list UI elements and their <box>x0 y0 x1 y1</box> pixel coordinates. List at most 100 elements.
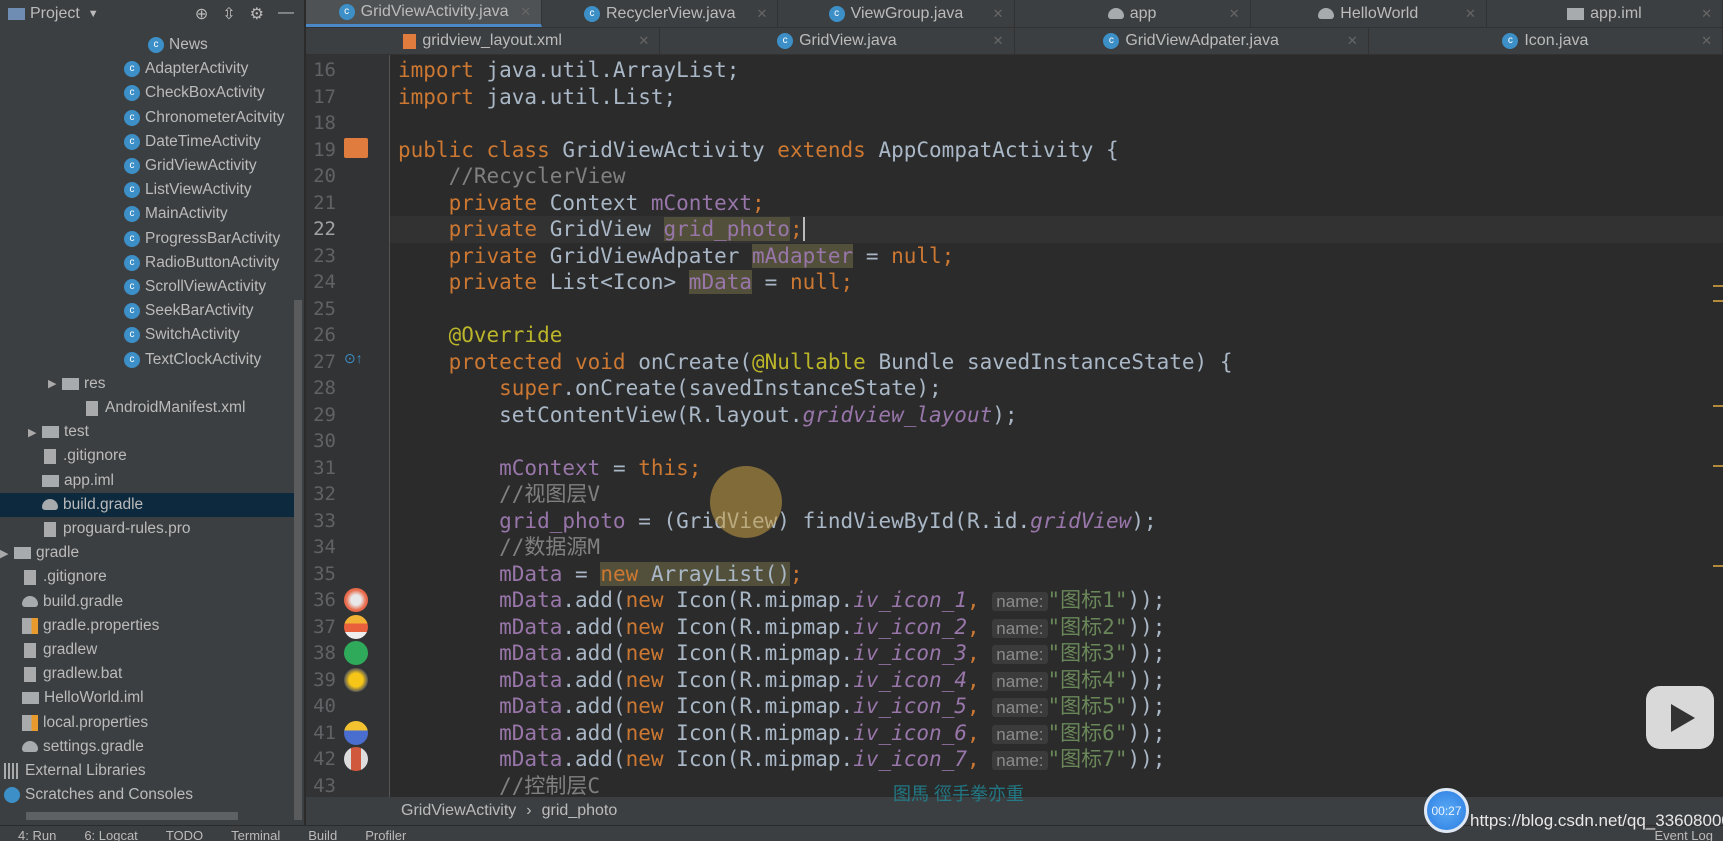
code-line[interactable]: //RecyclerView <box>390 163 1723 190</box>
tree-item[interactable]: build.gradle <box>0 590 294 614</box>
tree-item[interactable]: Scratches and Consoles <box>0 783 294 807</box>
tree-item[interactable]: c AdapterActivity <box>0 57 294 81</box>
expand-arrow-icon[interactable]: ▶ <box>28 426 42 439</box>
line-number[interactable]: 39 <box>306 667 336 694</box>
line-number[interactable]: 30 <box>306 428 336 455</box>
code-line[interactable]: mData.add(new Icon(R.mipmap.iv_icon_1, n… <box>390 587 1723 614</box>
line-number[interactable]: 28 <box>306 375 336 402</box>
line-number[interactable]: 37 <box>306 614 336 641</box>
close-icon[interactable]: ✕ <box>993 6 1004 22</box>
expand-arrow-icon[interactable]: ▶ <box>48 377 62 390</box>
tree-item[interactable]: proguard-rules.pro <box>0 517 294 541</box>
line-number[interactable]: 22 <box>306 216 336 243</box>
tree-item[interactable]: build.gradle <box>0 492 294 517</box>
code-line[interactable]: protected void onCreate(@Nullable Bundle… <box>390 349 1723 376</box>
line-number[interactable]: 25 <box>306 296 336 323</box>
tree-horizontal-scrollbar[interactable] <box>26 812 238 820</box>
tree-vertical-scrollbar[interactable] <box>294 300 302 820</box>
line-number[interactable]: 23 <box>306 243 336 270</box>
breadcrumb-class[interactable]: GridViewActivity <box>401 802 516 820</box>
line-number[interactable]: 33 <box>306 508 336 535</box>
editor-tab[interactable]: c GridViewActivity.java ✕ <box>306 0 543 27</box>
line-number[interactable]: 26 <box>306 322 336 349</box>
tree-item[interactable]: local.properties <box>0 711 294 735</box>
tree-item[interactable]: settings.gradle <box>0 735 294 759</box>
code-line[interactable]: //数据源M <box>390 534 1723 561</box>
code-line[interactable]: @Override <box>390 322 1723 349</box>
tree-item[interactable]: c DateTimeActivity <box>0 130 294 154</box>
project-view-dropdown[interactable]: Project <box>30 5 80 23</box>
editor-tab[interactable]: c ViewGroup.java ✕ <box>778 0 1015 27</box>
tree-item[interactable]: c ProgressBarActivity <box>0 227 294 251</box>
line-number[interactable]: 31 <box>306 455 336 482</box>
tree-item[interactable]: gradlew <box>0 638 294 662</box>
tree-item[interactable]: c SeekBarActivity <box>0 299 294 323</box>
editor-tab[interactable]: c GridViewAdpater.java ✕ <box>1015 28 1369 54</box>
code-line[interactable]: private GridView grid_photo; <box>390 216 1723 243</box>
tool-terminal[interactable]: Terminal <box>231 826 280 841</box>
locate-icon[interactable]: ⊕ <box>195 4 208 24</box>
code-line[interactable]: public class GridViewActivity extends Ap… <box>390 137 1723 164</box>
editor-tab[interactable]: c GridView.java ✕ <box>660 28 1015 54</box>
tree-item[interactable]: c GridViewActivity <box>0 154 294 178</box>
tool-logcat[interactable]: 6: Logcat <box>84 826 138 841</box>
code-line[interactable]: mContext = this; <box>390 455 1723 482</box>
code-line[interactable] <box>390 110 1723 137</box>
line-number[interactable]: 32 <box>306 481 336 508</box>
tool-todo[interactable]: TODO <box>166 826 203 841</box>
chevron-down-icon[interactable]: ▼ <box>88 8 99 20</box>
tool-profiler[interactable]: Profiler <box>365 826 406 841</box>
tree-item[interactable]: ▶ gradle <box>0 541 294 565</box>
close-icon[interactable]: ✕ <box>1347 33 1358 49</box>
code-line[interactable]: mData.add(new Icon(R.mipmap.iv_icon_4, n… <box>390 667 1723 694</box>
line-number[interactable]: 43 <box>306 773 336 800</box>
tool-build[interactable]: Build <box>308 826 337 841</box>
code-line[interactable]: mData.add(new Icon(R.mipmap.iv_icon_5, n… <box>390 693 1723 720</box>
code-line[interactable] <box>390 296 1723 323</box>
close-icon[interactable]: ✕ <box>993 33 1004 49</box>
breadcrumb-field[interactable]: grid_photo <box>542 802 618 820</box>
line-number[interactable]: 34 <box>306 534 336 561</box>
line-number[interactable]: 21 <box>306 190 336 217</box>
tree-item[interactable]: gradlew.bat <box>0 662 294 686</box>
code-line[interactable]: //控制层C <box>390 773 1723 798</box>
tree-item[interactable]: c CheckBoxActivity <box>0 81 294 105</box>
code-line[interactable]: mData = new ArrayList(); <box>390 561 1723 588</box>
tree-item[interactable]: AndroidManifest.xml <box>0 396 294 420</box>
code-line[interactable]: setContentView(R.layout.gridview_layout)… <box>390 402 1723 429</box>
tree-item[interactable]: c ListViewActivity <box>0 178 294 202</box>
line-number[interactable]: 35 <box>306 561 336 588</box>
override-method-icon[interactable]: ⊙↑ <box>344 350 374 374</box>
line-number[interactable]: 17 <box>306 84 336 111</box>
tree-item[interactable]: c TextClockActivity <box>0 348 294 372</box>
code-line[interactable] <box>390 428 1723 455</box>
tree-item[interactable]: gradle.properties <box>0 614 294 638</box>
close-icon[interactable]: ✕ <box>520 4 531 20</box>
tool-run[interactable]: 4: Run <box>18 826 56 841</box>
code-line[interactable]: mData.add(new Icon(R.mipmap.iv_icon_2, n… <box>390 614 1723 641</box>
code-line[interactable]: mData.add(new Icon(R.mipmap.iv_icon_3, n… <box>390 640 1723 667</box>
code-line[interactable]: private Context mContext; <box>390 190 1723 217</box>
line-number[interactable]: 36 <box>306 587 336 614</box>
code-line[interactable]: import java.util.List; <box>390 84 1723 111</box>
line-number[interactable]: 20 <box>306 163 336 190</box>
close-icon[interactable]: ✕ <box>756 6 767 22</box>
related-xml-icon[interactable] <box>344 137 368 158</box>
editor-tab[interactable]: c RecyclerView.java ✕ <box>542 0 779 27</box>
editor-tab[interactable]: HelloWorld ✕ <box>1251 0 1487 27</box>
close-icon[interactable]: ✕ <box>638 33 649 49</box>
line-number[interactable]: 27 <box>306 349 336 376</box>
code-line[interactable]: private List<Icon> mData = null; <box>390 269 1723 296</box>
editor-tab[interactable]: app ✕ <box>1015 0 1251 27</box>
code-line[interactable]: mData.add(new Icon(R.mipmap.iv_icon_7, n… <box>390 746 1723 773</box>
code-line[interactable]: //视图层V <box>390 481 1723 508</box>
code-line[interactable]: grid_photo = (GridView) findViewById(R.i… <box>390 508 1723 535</box>
tree-item[interactable]: .gitignore <box>0 565 294 589</box>
line-number[interactable]: 19 <box>306 137 336 164</box>
gear-icon[interactable]: ⚙ <box>250 4 264 24</box>
tree-item[interactable]: HelloWorld.iml <box>0 686 294 710</box>
tree-item[interactable]: c ChronometerAcitvity <box>0 106 294 130</box>
close-icon[interactable]: ✕ <box>1701 33 1712 49</box>
line-number[interactable]: 38 <box>306 640 336 667</box>
tree-item[interactable]: External Libraries <box>0 759 294 783</box>
